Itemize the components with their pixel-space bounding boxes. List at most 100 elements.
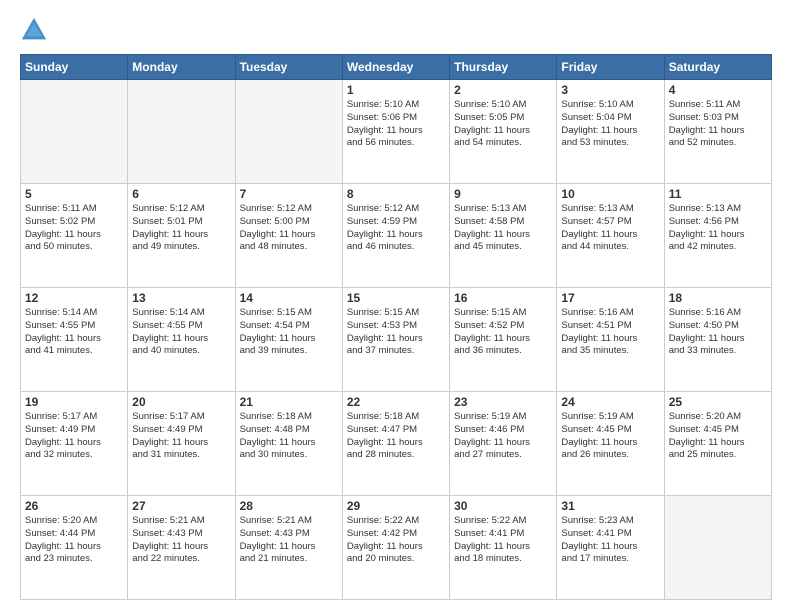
- day-number: 21: [240, 395, 338, 409]
- day-info: Sunrise: 5:15 AM Sunset: 4:54 PM Dayligh…: [240, 307, 338, 358]
- calendar-cell: 15 Sunrise: 5:15 AM Sunset: 4:53 PM Dayli…: [342, 288, 449, 392]
- calendar-cell: 28Sunrise: 5:21 AM Sunset: 4:43 PM Dayli…: [235, 496, 342, 600]
- calendar-cell: 22 Sunrise: 5:18 AM Sunset: 4:47 PM Dayli…: [342, 392, 449, 496]
- day-number: 8: [347, 187, 445, 201]
- calendar-week-row: 12Sunrise: 5:14 AM Sunset: 4:55 PM Dayli…: [21, 288, 772, 392]
- header: [20, 16, 772, 44]
- day-number: 15: [347, 291, 445, 305]
- calendar-cell: 21 Sunrise: 5:18 AM Sunset: 4:48 PM Dayli…: [235, 392, 342, 496]
- calendar-header-row: SundayMondayTuesdayWednesdayThursdayFrid…: [21, 55, 772, 80]
- day-number: 13: [132, 291, 230, 305]
- day-info: Sunrise: 5:17 AM Sunset: 4:49 PM Dayligh…: [25, 411, 123, 462]
- day-info: Sunrise: 5:11 AM Sunset: 5:02 PM Dayligh…: [25, 203, 123, 254]
- calendar-cell: 26Sunrise: 5:20 AM Sunset: 4:44 PM Dayli…: [21, 496, 128, 600]
- calendar-cell: 9Sunrise: 5:13 AM Sunset: 4:58 PM Daylig…: [450, 184, 557, 288]
- calendar-cell: 16 Sunrise: 5:15 AM Sunset: 4:52 PM Dayli…: [450, 288, 557, 392]
- day-info: Sunrise: 5:13 AM Sunset: 4:56 PM Dayligh…: [669, 203, 767, 254]
- day-info: Sunrise: 5:17 AM Sunset: 4:49 PM Dayligh…: [132, 411, 230, 462]
- calendar-week-row: 1 Sunrise: 5:10 AM Sunset: 5:06 PM Daylig…: [21, 80, 772, 184]
- calendar-cell: 11 Sunrise: 5:13 AM Sunset: 4:56 PM Dayli…: [664, 184, 771, 288]
- calendar-cell: 20 Sunrise: 5:17 AM Sunset: 4:49 PM Dayli…: [128, 392, 235, 496]
- day-number: 7: [240, 187, 338, 201]
- day-info: Sunrise: 5:14 AM Sunset: 4:55 PM Dayligh…: [25, 307, 123, 358]
- day-number: 1: [347, 83, 445, 97]
- day-info: Sunrise: 5:16 AM Sunset: 4:50 PM Dayligh…: [669, 307, 767, 358]
- calendar-cell: 1 Sunrise: 5:10 AM Sunset: 5:06 PM Daylig…: [342, 80, 449, 184]
- day-number: 31: [561, 499, 659, 513]
- weekday-header: Tuesday: [235, 55, 342, 80]
- logo: [20, 16, 52, 44]
- calendar-cell: 4 Sunrise: 5:11 AM Sunset: 5:03 PM Daylig…: [664, 80, 771, 184]
- calendar-cell: [128, 80, 235, 184]
- calendar-cell: 6 Sunrise: 5:12 AM Sunset: 5:01 PM Daylig…: [128, 184, 235, 288]
- calendar-week-row: 19 Sunrise: 5:17 AM Sunset: 4:49 PM Dayli…: [21, 392, 772, 496]
- calendar-cell: 19 Sunrise: 5:17 AM Sunset: 4:49 PM Dayli…: [21, 392, 128, 496]
- page: SundayMondayTuesdayWednesdayThursdayFrid…: [0, 0, 792, 612]
- calendar-cell: 31 Sunrise: 5:23 AM Sunset: 4:41 PM Dayli…: [557, 496, 664, 600]
- calendar-cell: 8 Sunrise: 5:12 AM Sunset: 4:59 PM Daylig…: [342, 184, 449, 288]
- logo-icon: [20, 16, 48, 44]
- day-number: 2: [454, 83, 552, 97]
- day-number: 6: [132, 187, 230, 201]
- day-info: Sunrise: 5:12 AM Sunset: 4:59 PM Dayligh…: [347, 203, 445, 254]
- day-number: 18: [669, 291, 767, 305]
- day-number: 17: [561, 291, 659, 305]
- day-info: Sunrise: 5:16 AM Sunset: 4:51 PM Dayligh…: [561, 307, 659, 358]
- calendar-cell: 24Sunrise: 5:19 AM Sunset: 4:45 PM Dayli…: [557, 392, 664, 496]
- day-info: Sunrise: 5:23 AM Sunset: 4:41 PM Dayligh…: [561, 515, 659, 566]
- day-info: Sunrise: 5:22 AM Sunset: 4:41 PM Dayligh…: [454, 515, 552, 566]
- weekday-header: Wednesday: [342, 55, 449, 80]
- day-info: Sunrise: 5:13 AM Sunset: 4:57 PM Dayligh…: [561, 203, 659, 254]
- calendar-cell: 17 Sunrise: 5:16 AM Sunset: 4:51 PM Dayli…: [557, 288, 664, 392]
- weekday-header: Thursday: [450, 55, 557, 80]
- calendar-cell: [235, 80, 342, 184]
- calendar-cell: 14 Sunrise: 5:15 AM Sunset: 4:54 PM Dayli…: [235, 288, 342, 392]
- calendar-cell: 18 Sunrise: 5:16 AM Sunset: 4:50 PM Dayli…: [664, 288, 771, 392]
- calendar-cell: 25 Sunrise: 5:20 AM Sunset: 4:45 PM Dayli…: [664, 392, 771, 496]
- day-number: 19: [25, 395, 123, 409]
- calendar-cell: 27Sunrise: 5:21 AM Sunset: 4:43 PM Dayli…: [128, 496, 235, 600]
- day-number: 26: [25, 499, 123, 513]
- day-info: Sunrise: 5:11 AM Sunset: 5:03 PM Dayligh…: [669, 99, 767, 150]
- weekday-header: Saturday: [664, 55, 771, 80]
- day-info: Sunrise: 5:14 AM Sunset: 4:55 PM Dayligh…: [132, 307, 230, 358]
- calendar-cell: [21, 80, 128, 184]
- day-info: Sunrise: 5:13 AM Sunset: 4:58 PM Dayligh…: [454, 203, 552, 254]
- day-number: 29: [347, 499, 445, 513]
- calendar-cell: 23Sunrise: 5:19 AM Sunset: 4:46 PM Dayli…: [450, 392, 557, 496]
- day-info: Sunrise: 5:18 AM Sunset: 4:47 PM Dayligh…: [347, 411, 445, 462]
- day-info: Sunrise: 5:12 AM Sunset: 5:01 PM Dayligh…: [132, 203, 230, 254]
- day-number: 30: [454, 499, 552, 513]
- day-number: 10: [561, 187, 659, 201]
- day-number: 27: [132, 499, 230, 513]
- day-info: Sunrise: 5:10 AM Sunset: 5:06 PM Dayligh…: [347, 99, 445, 150]
- calendar-week-row: 5 Sunrise: 5:11 AM Sunset: 5:02 PM Daylig…: [21, 184, 772, 288]
- day-info: Sunrise: 5:20 AM Sunset: 4:45 PM Dayligh…: [669, 411, 767, 462]
- day-number: 22: [347, 395, 445, 409]
- day-number: 25: [669, 395, 767, 409]
- calendar-cell: 29 Sunrise: 5:22 AM Sunset: 4:42 PM Dayli…: [342, 496, 449, 600]
- day-info: Sunrise: 5:18 AM Sunset: 4:48 PM Dayligh…: [240, 411, 338, 462]
- weekday-header: Sunday: [21, 55, 128, 80]
- day-info: Sunrise: 5:15 AM Sunset: 4:53 PM Dayligh…: [347, 307, 445, 358]
- day-info: Sunrise: 5:22 AM Sunset: 4:42 PM Dayligh…: [347, 515, 445, 566]
- calendar-cell: 30 Sunrise: 5:22 AM Sunset: 4:41 PM Dayli…: [450, 496, 557, 600]
- calendar-cell: 7Sunrise: 5:12 AM Sunset: 5:00 PM Daylig…: [235, 184, 342, 288]
- day-number: 11: [669, 187, 767, 201]
- calendar-cell: 5 Sunrise: 5:11 AM Sunset: 5:02 PM Daylig…: [21, 184, 128, 288]
- calendar-table: SundayMondayTuesdayWednesdayThursdayFrid…: [20, 54, 772, 600]
- calendar-cell: 3 Sunrise: 5:10 AM Sunset: 5:04 PM Daylig…: [557, 80, 664, 184]
- day-number: 23: [454, 395, 552, 409]
- day-info: Sunrise: 5:15 AM Sunset: 4:52 PM Dayligh…: [454, 307, 552, 358]
- day-number: 3: [561, 83, 659, 97]
- calendar-week-row: 26Sunrise: 5:20 AM Sunset: 4:44 PM Dayli…: [21, 496, 772, 600]
- day-number: 4: [669, 83, 767, 97]
- day-number: 14: [240, 291, 338, 305]
- day-number: 5: [25, 187, 123, 201]
- day-info: Sunrise: 5:10 AM Sunset: 5:04 PM Dayligh…: [561, 99, 659, 150]
- day-number: 20: [132, 395, 230, 409]
- day-info: Sunrise: 5:10 AM Sunset: 5:05 PM Dayligh…: [454, 99, 552, 150]
- day-info: Sunrise: 5:19 AM Sunset: 4:45 PM Dayligh…: [561, 411, 659, 462]
- day-info: Sunrise: 5:21 AM Sunset: 4:43 PM Dayligh…: [240, 515, 338, 566]
- day-number: 16: [454, 291, 552, 305]
